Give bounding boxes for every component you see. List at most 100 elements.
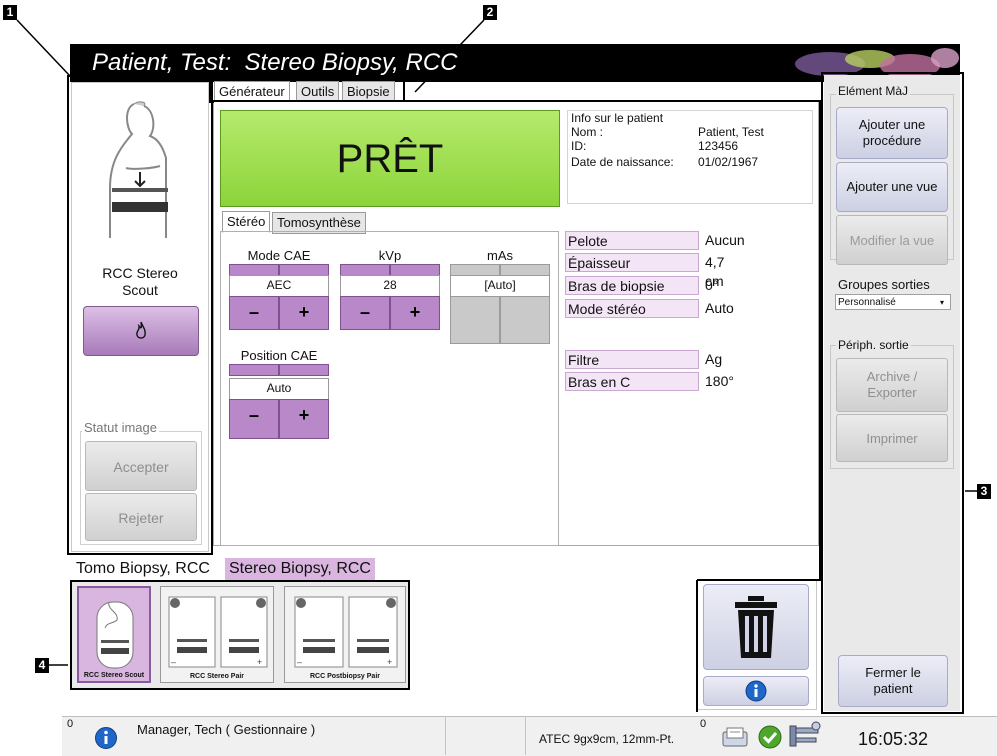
svg-text:–: –	[171, 657, 176, 667]
delete-button[interactable]	[703, 584, 809, 670]
needle-status[interactable]: ATEC 9gx9cm, 12mm-Pt.	[525, 716, 696, 755]
breast-position-icon	[96, 601, 134, 669]
ready-status-box: PRÊT	[220, 110, 560, 207]
aec-position-minus-button[interactable]: –	[229, 399, 279, 439]
needle-label: ATEC 9gx9cm, 12mm-Pt.	[539, 732, 675, 746]
add-procedure-button[interactable]: Ajouter une procédure	[836, 107, 948, 159]
edit-view-button[interactable]: Modifier la vue	[836, 215, 948, 265]
property-value: Ag	[705, 351, 723, 367]
aec-position-value: Auto	[229, 378, 329, 400]
view-name: RCC Stereo Scout	[72, 265, 208, 299]
checkmark-icon	[758, 725, 782, 749]
current-user[interactable]: Manager, Tech ( Gestionnaire )	[137, 722, 315, 737]
patient-dob-value: 01/02/1967	[698, 155, 759, 169]
property-value: 180°	[705, 373, 734, 389]
property-name: Pelote	[565, 231, 699, 250]
queue-icon	[722, 727, 748, 747]
aec-mode-label: Mode CAE	[247, 248, 311, 263]
left-panel: RCC Stereo Scout Statut image Accepter R…	[71, 82, 209, 552]
clock: 16:05:32	[858, 729, 929, 749]
patient-info-box: Info sur le patient Nom : Patient, Test …	[567, 110, 813, 204]
tab-tools[interactable]: Outils	[296, 81, 340, 103]
mas-label: mAs	[487, 248, 513, 263]
page-title: Patient, Test: Stereo Biopsy, RCC	[92, 49, 458, 76]
patient-info-heading: Info sur le patient	[571, 111, 664, 125]
thumbnail-caption: RCC Postbiopsy Pair	[309, 673, 380, 680]
info-button[interactable]	[703, 676, 809, 706]
svg-text:–: –	[297, 657, 302, 667]
add-view-button[interactable]: Ajouter une vue	[836, 162, 948, 212]
patient-dob-label: Date de naissance:	[571, 155, 674, 169]
output-groups-label: Groupes sorties	[838, 277, 930, 292]
callout-4: 4	[35, 658, 49, 673]
system-status-button[interactable]	[757, 724, 783, 750]
kvp-minus-button[interactable]: –	[340, 296, 390, 330]
patient-name-label: Nom :	[571, 125, 604, 139]
close-patient-button[interactable]: Fermer le patient	[838, 655, 948, 707]
queue-count: 0	[700, 718, 707, 730]
properties-list: Pelote Aucun Épaisseur 4,7 cm Bras de bi…	[565, 231, 815, 401]
gantry-icon	[789, 721, 821, 747]
tab-biopsy[interactable]: Biopsie	[342, 81, 395, 103]
tab-stereo[interactable]: Stéréo	[222, 211, 271, 233]
procedure-tab-stereo[interactable]: Stereo Biopsy, RCC	[225, 558, 375, 580]
output-devices-label: Périph. sortie	[836, 338, 911, 352]
mas-value: [Auto]	[450, 275, 550, 297]
thumbnail-rcc-postbiopsy-pair[interactable]: – + RCC Postbiopsy Pair	[284, 586, 406, 683]
reject-button[interactable]: Rejeter	[85, 493, 197, 541]
aec-mode-plus-button[interactable]: +	[279, 296, 329, 330]
aec-position-up-left[interactable]	[229, 364, 279, 376]
property-name: Bras de biopsie	[565, 276, 699, 295]
info-icon	[745, 680, 767, 702]
view-name-line2: Scout	[122, 282, 158, 298]
image-status-label: Statut image	[82, 420, 159, 435]
procedure-tab-tomo[interactable]: Tomo Biopsy, RCC	[73, 558, 213, 580]
update-group-label: Elément MàJ	[836, 84, 911, 98]
aec-position-label: Position CAE	[240, 348, 318, 363]
mas-plus-button	[500, 296, 550, 344]
kvp-value: 28	[340, 275, 440, 297]
status-separator	[445, 716, 526, 755]
output-groups-select[interactable]: Personnalisé ▾	[835, 294, 951, 310]
property-name: Épaisseur	[565, 253, 699, 272]
ready-status-text: PRÊT	[336, 137, 444, 181]
callout-2: 2	[483, 5, 497, 20]
callout-3: 3	[977, 484, 991, 499]
thumbnail-caption: RCC Stereo Scout	[83, 672, 145, 679]
breast-pair-icon: – +	[168, 596, 268, 668]
info-icon	[95, 727, 117, 749]
aec-position-up-right[interactable]	[279, 364, 329, 376]
accept-button[interactable]: Accepter	[85, 441, 197, 491]
view-name-line1: RCC Stereo	[102, 265, 178, 281]
svg-text:+: +	[387, 657, 392, 667]
property-name: Bras en C	[565, 372, 699, 391]
property-name: Filtre	[565, 350, 699, 369]
info-status-button[interactable]	[94, 726, 118, 750]
mas-minus-button	[450, 296, 500, 344]
kvp-label: kVp	[378, 248, 402, 263]
thumbnail-rcc-stereo-pair[interactable]: – + RCC Stereo Pair	[160, 586, 274, 683]
alarm-count: 0	[67, 718, 74, 730]
output-queue-button[interactable]	[720, 724, 750, 750]
svg-text:+: +	[257, 657, 262, 667]
patient-id-label: ID:	[571, 139, 587, 153]
expose-button[interactable]	[83, 306, 199, 356]
breast-position-icon	[109, 101, 168, 238]
kvp-plus-button[interactable]: +	[390, 296, 440, 330]
tab-generator[interactable]: Générateur	[214, 81, 290, 103]
breast-pair-icon: – +	[294, 596, 398, 668]
aec-mode-minus-button[interactable]: –	[229, 296, 279, 330]
archive-export-button[interactable]: Archive / Exporter	[836, 358, 948, 412]
property-value: Aucun	[705, 232, 745, 248]
chevron-down-icon: ▾	[939, 298, 944, 307]
thumbnail-rcc-stereo-scout[interactable]: RCC Stereo Scout	[77, 586, 151, 683]
trash-icon	[735, 596, 777, 658]
aec-position-plus-button[interactable]: +	[279, 399, 329, 439]
thumbnail-caption: RCC Stereo Pair	[189, 673, 245, 680]
print-button[interactable]: Imprimer	[836, 414, 948, 462]
property-name: Mode stéréo	[565, 299, 699, 318]
callout-1: 1	[3, 5, 17, 20]
flame-icon	[136, 321, 146, 339]
system-device-button[interactable]	[784, 720, 824, 750]
property-value: Auto	[705, 300, 734, 316]
